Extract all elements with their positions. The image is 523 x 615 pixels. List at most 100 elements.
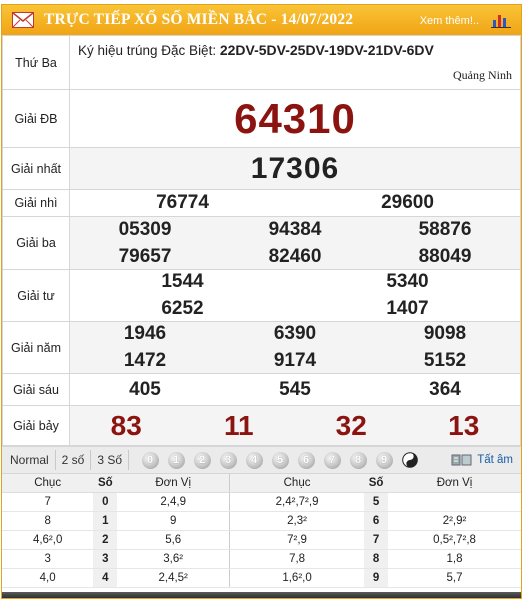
col-header-chuc: Chục xyxy=(229,474,365,493)
prize-number: 88049 xyxy=(418,245,472,267)
prize-number: 64310 xyxy=(234,94,356,142)
prize-number: 13 xyxy=(448,409,480,441)
special-code-line: Ký hiệu trúng Đặc Biệt: 22DV-5DV-25DV-19… xyxy=(78,42,434,58)
col-header-don-vi: Đơn Vị xyxy=(388,474,521,493)
prize-number: 5152 xyxy=(423,350,467,371)
mode-2-digit-button[interactable]: 2 số xyxy=(56,450,92,470)
bar-chart-icon[interactable] xyxy=(491,12,511,33)
sound-icon xyxy=(451,454,472,466)
digit-2-button[interactable]: 2 xyxy=(191,451,213,469)
loto-digit: 6 xyxy=(364,511,389,531)
prize-number: 9174 xyxy=(273,350,317,371)
loto-digit: 3 xyxy=(93,549,118,569)
prize-label-g1: Giải nhất xyxy=(2,147,70,190)
digit-filter: 0 1 2 3 4 5 6 7 8 9 xyxy=(139,451,421,469)
prize-number: 76774 xyxy=(156,192,209,213)
prize-number: 32 xyxy=(335,409,367,441)
header-title: TRỰC TIẾP XỔ SỐ MIỀN BẮC - 14/07/2022 xyxy=(44,11,354,28)
mail-icon xyxy=(12,12,34,28)
table-row: 8 1 9 2,3² 6 2²,9² xyxy=(2,511,521,531)
draw-info: Ký hiệu trúng Đặc Biệt: 22DV-5DV-25DV-19… xyxy=(69,35,521,90)
loto-cell: 4,0 xyxy=(2,568,94,588)
prize-number: 29600 xyxy=(381,192,434,213)
see-more-link[interactable]: Xem thêm!.. xyxy=(420,15,479,27)
loto-cell: 5,6 xyxy=(117,530,230,550)
bottom-bar xyxy=(2,591,521,598)
digit-1-button[interactable]: 1 xyxy=(165,451,187,469)
yin-yang-icon[interactable] xyxy=(399,451,421,469)
show-all-label: Tất âm xyxy=(477,454,513,466)
loto-digit: 7 xyxy=(364,530,389,550)
loto-cell: 7 xyxy=(2,492,94,512)
prize-label-g3: Giải ba xyxy=(2,216,70,270)
digit-6-button[interactable]: 6 xyxy=(295,451,317,469)
prize-number: 1946 xyxy=(123,323,167,344)
table-row: 4,6²,0 2 5,6 7²,9 7 0,5²,7²,8 xyxy=(2,530,521,550)
loto-cell: 3,6² xyxy=(117,549,230,569)
prize-label-g5: Giải năm xyxy=(2,321,70,374)
loto-cell: 7,8 xyxy=(229,549,365,569)
loto-cell: 2²,9² xyxy=(388,511,521,531)
loto-table: Chục Số Đơn Vị Chục Số Đơn Vị 7 0 2,4,9 … xyxy=(2,474,521,588)
lottery-widget: TRỰC TIẾP XỔ SỐ MIỀN BẮC - 14/07/2022 Xe… xyxy=(1,4,522,599)
show-all-link[interactable]: Tất âm xyxy=(451,453,513,467)
prize-number: 79657 xyxy=(118,245,172,267)
loto-digit: 0 xyxy=(93,492,118,512)
loto-cell: 7²,9 xyxy=(229,530,365,550)
prize-g7-cell: 83 11 32 13 xyxy=(69,405,521,446)
prize-g1-cell: 17306 xyxy=(69,147,521,190)
digit-0-button[interactable]: 0 xyxy=(139,451,161,469)
loto-cell: 4,6²,0 xyxy=(2,530,94,550)
prize-number: 545 xyxy=(279,378,311,400)
prize-number: 82460 xyxy=(268,245,322,267)
col-header-don-vi: Đơn Vị xyxy=(117,474,230,493)
prize-label-db: Giải ĐB xyxy=(2,89,70,148)
special-code-label: Ký hiệu trúng Đặc Biệt: xyxy=(78,43,217,58)
table-row: 3 3 3,6² 7,8 8 1,8 xyxy=(2,549,521,569)
loto-cell: 1,6²,0 xyxy=(229,568,365,588)
digit-3-button[interactable]: 3 xyxy=(217,451,239,469)
digit-4-button[interactable]: 4 xyxy=(243,451,265,469)
special-codes: 22DV-5DV-25DV-19DV-21DV-6DV xyxy=(219,42,434,58)
digit-8-button[interactable]: 8 xyxy=(347,451,369,469)
loto-cell: 0,5²,7²,8 xyxy=(388,530,521,550)
loto-cell: 9 xyxy=(117,511,230,531)
loto-cell: 2,4,9 xyxy=(117,492,230,512)
table-row: 4,0 4 2,4,5² 1,6²,0 9 5,7 xyxy=(2,568,521,588)
table-row: 7 0 2,4,9 2,4²,7²,9 5 xyxy=(2,492,521,512)
loto-cell xyxy=(388,492,521,512)
loto-cell: 5,7 xyxy=(388,568,521,588)
prize-number: 17306 xyxy=(250,151,340,185)
col-header-so: Số xyxy=(93,474,118,493)
digit-5-button[interactable]: 5 xyxy=(269,451,291,469)
loto-digit: 1 xyxy=(93,511,118,531)
prize-g2-cell: 76774 29600 xyxy=(69,189,521,217)
weekday-label: Thứ Ba xyxy=(2,35,70,90)
loto-cell: 1,8 xyxy=(388,549,521,569)
prize-label-g7: Giải bảy xyxy=(2,405,70,446)
widget-header: TRỰC TIẾP XỔ SỐ MIỀN BẮC - 14/07/2022 Xe… xyxy=(2,5,521,35)
loto-digit: 5 xyxy=(364,492,389,512)
mode-normal-button[interactable]: Normal xyxy=(2,450,56,470)
mode-3-digit-button[interactable]: 3 Số xyxy=(91,450,130,470)
loto-cell: 8 xyxy=(2,511,94,531)
prize-number: 6390 xyxy=(273,323,317,344)
prize-number: 5340 xyxy=(386,271,429,292)
prize-number: 11 xyxy=(223,409,254,441)
loto-digit: 4 xyxy=(93,568,118,588)
prize-db-cell: 64310 xyxy=(69,89,521,148)
prize-label-g4: Giải tư xyxy=(2,269,70,322)
prize-g6-cell: 405 545 364 xyxy=(69,373,521,406)
prize-number: 364 xyxy=(429,378,461,400)
digit-7-button[interactable]: 7 xyxy=(321,451,343,469)
col-header-so: Số xyxy=(364,474,389,493)
prize-number: 1472 xyxy=(123,350,167,371)
digit-9-button[interactable]: 9 xyxy=(373,451,395,469)
prize-number: 58876 xyxy=(418,218,472,240)
loto-digit: 2 xyxy=(93,530,118,550)
loto-cell: 3 xyxy=(2,549,94,569)
prize-number: 1407 xyxy=(386,298,429,319)
loto-cell: 2,4,5² xyxy=(117,568,230,588)
prize-number: 05309 xyxy=(118,218,172,240)
prize-g4-cell: 1544 5340 6252 1407 xyxy=(69,269,521,322)
